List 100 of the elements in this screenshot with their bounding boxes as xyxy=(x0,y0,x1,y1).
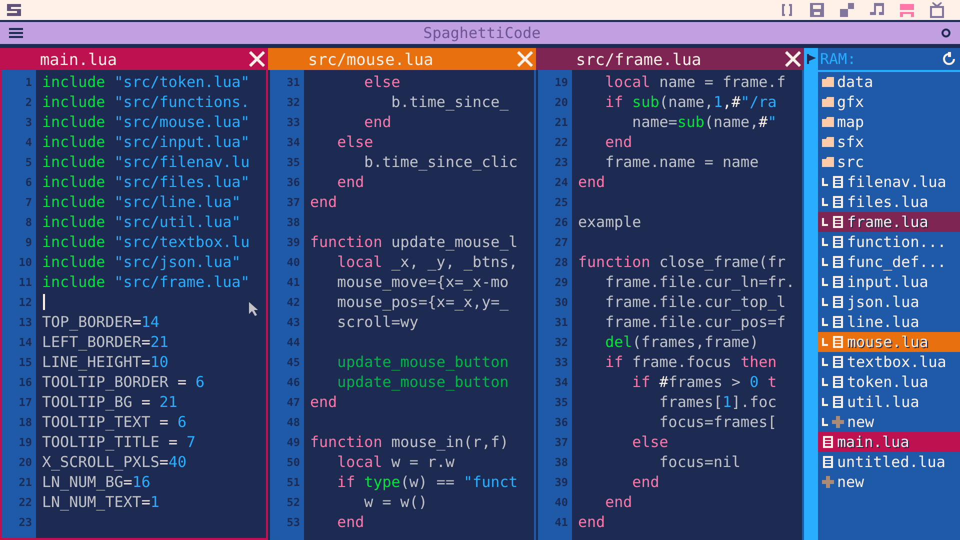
code-editor[interactable] xyxy=(0,70,268,540)
document-icon xyxy=(832,236,844,248)
line-number: 23 xyxy=(18,516,33,528)
line-number: 19 xyxy=(554,76,569,88)
file-list-item[interactable]: sfx xyxy=(818,132,960,152)
line-number: 51 xyxy=(286,476,301,488)
line-number: 32 xyxy=(286,96,301,108)
tree-branch-icon xyxy=(822,318,828,326)
close-icon[interactable] xyxy=(248,50,266,68)
flag-icon[interactable] xyxy=(805,53,817,65)
window-title: SpaghettiCode xyxy=(423,24,541,42)
code-line: TOOLTIP_BG = 21 xyxy=(42,393,178,411)
file-list-item[interactable]: main.lua xyxy=(818,432,960,452)
line-number: 22 xyxy=(554,136,569,148)
line-number: 11 xyxy=(18,276,33,288)
editor-tab[interactable]: main.lua xyxy=(0,48,268,70)
code-line: end xyxy=(631,473,660,491)
file-list-item[interactable]: new xyxy=(818,412,960,432)
tree-branch-icon xyxy=(822,398,828,406)
file-list-item[interactable]: line.lua xyxy=(818,312,960,332)
code-line: end xyxy=(578,173,606,191)
editor-tab[interactable]: src/frame.lua xyxy=(536,48,804,70)
file-list-item[interactable]: json.lua xyxy=(818,292,960,312)
line-number: 40 xyxy=(286,256,301,268)
code-line: b.time_since_clic xyxy=(363,153,518,171)
line-number: 35 xyxy=(554,396,569,408)
file-list-item[interactable]: util.lua xyxy=(818,392,960,412)
line-number: 37 xyxy=(286,196,301,208)
code-editor[interactable] xyxy=(536,70,804,540)
file-list-item[interactable]: func_def... xyxy=(818,252,960,272)
file-list-item[interactable]: src xyxy=(818,152,960,172)
code-line: name=sub(name,#" xyxy=(631,113,777,131)
tree-branch-icon xyxy=(822,378,828,386)
file-list-item[interactable]: map xyxy=(818,112,960,132)
line-number: 39 xyxy=(286,236,301,248)
code-line: w = w() xyxy=(363,493,428,511)
file-list-item[interactable]: token.lua xyxy=(818,372,960,392)
code-line: if type(w) == "funct xyxy=(336,473,518,491)
code-line: include "src/token.lua" xyxy=(42,73,250,91)
folder-icon xyxy=(822,157,834,167)
circle-icon[interactable] xyxy=(940,27,952,39)
document-icon xyxy=(822,436,834,448)
line-number: 20 xyxy=(554,96,569,108)
folder-icon xyxy=(822,77,834,87)
code-line: if sub(name,1,#"/ra xyxy=(604,93,777,111)
document-icon xyxy=(832,336,844,348)
line-number: 2 xyxy=(24,96,33,108)
code-line: else xyxy=(336,133,374,151)
line-number: 23 xyxy=(554,156,569,168)
file-list-item[interactable]: data xyxy=(818,72,960,92)
menu-icon[interactable] xyxy=(8,27,24,39)
code-line: include "src/frame.lua" xyxy=(42,273,250,291)
file-list-item[interactable]: frame.lua xyxy=(818,212,960,232)
code-line: end xyxy=(604,133,632,151)
tree-branch-icon xyxy=(822,238,828,246)
tree-branch-icon xyxy=(822,358,828,366)
file-list-item[interactable]: textbox.lua xyxy=(818,352,960,372)
code-line: include "src/json.lua" xyxy=(42,253,241,271)
file-list-item[interactable]: function... xyxy=(818,232,960,252)
line-number: 42 xyxy=(286,296,301,308)
code-line: include "src/util.lua" xyxy=(42,213,241,231)
line-number: 17 xyxy=(18,396,33,408)
line-number: 53 xyxy=(286,516,301,528)
line-number: 35 xyxy=(286,156,301,168)
code-line: include "src/textbox.lu xyxy=(42,233,250,251)
refresh-icon[interactable] xyxy=(942,52,956,66)
close-icon[interactable] xyxy=(784,50,802,68)
line-number: 31 xyxy=(286,76,301,88)
code-line: TOOLTIP_TITLE = 7 xyxy=(42,433,196,451)
file-list-item[interactable]: gfx xyxy=(818,92,960,112)
document-icon xyxy=(832,376,844,388)
code-line: end xyxy=(336,173,364,191)
sidebar-title: RAM: xyxy=(820,50,856,68)
music-note-icon[interactable] xyxy=(868,2,886,18)
code-line: TOP_BORDER=14 xyxy=(42,313,160,331)
line-number: 40 xyxy=(554,496,569,508)
code-line: else xyxy=(631,433,668,451)
sprite-grid-icon[interactable] xyxy=(838,2,856,18)
folder-icon xyxy=(822,97,834,107)
line-number: 33 xyxy=(286,116,301,128)
code-line: end xyxy=(363,113,392,131)
code-line: frame.file.cur_top_l xyxy=(604,293,786,311)
file-list-item[interactable]: input.lua xyxy=(818,272,960,292)
file-list-item[interactable]: new xyxy=(818,472,960,492)
code-line: end xyxy=(310,193,338,211)
code-editor[interactable] xyxy=(268,70,536,540)
tree-branch-icon xyxy=(822,298,828,306)
tv-icon[interactable] xyxy=(928,2,946,18)
line-number: 38 xyxy=(554,456,569,468)
line-number: 38 xyxy=(286,216,301,228)
code-line: b.time_since_ xyxy=(390,93,509,111)
file-list-item[interactable]: untitled.lua xyxy=(818,452,960,472)
file-list-item[interactable]: filenav.lua xyxy=(818,172,960,192)
code-line: if frame.focus then xyxy=(604,353,777,371)
file-list-item[interactable]: files.lua xyxy=(818,192,960,212)
line-number: 14 xyxy=(18,336,33,348)
code-line: frame.file.cur_pos=f xyxy=(604,313,786,331)
document-icon xyxy=(832,216,844,228)
line-number: 3 xyxy=(24,116,33,128)
code-line: function close_frame(fr xyxy=(578,253,786,271)
